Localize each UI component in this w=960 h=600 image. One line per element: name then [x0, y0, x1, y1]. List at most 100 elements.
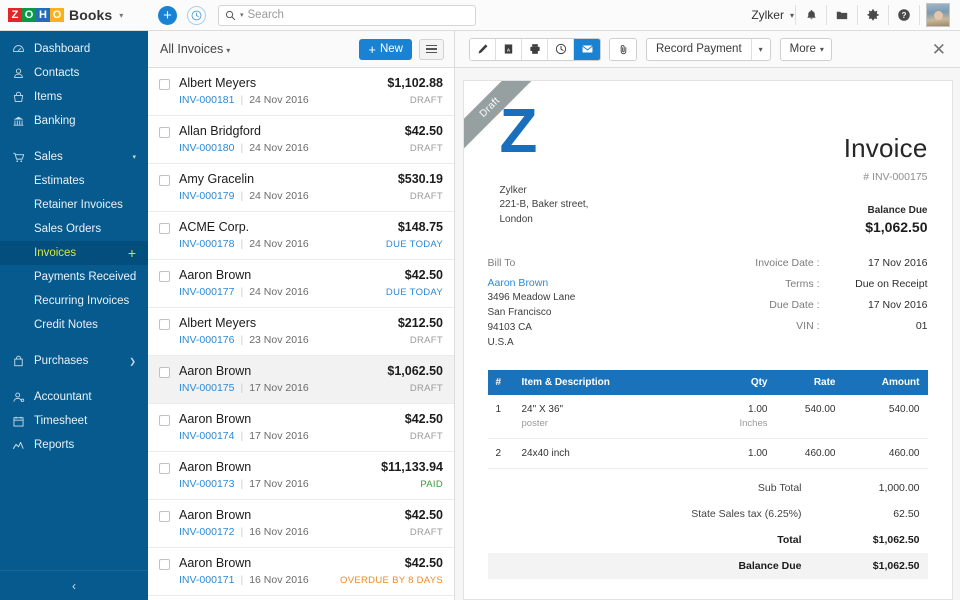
sidebar-item-payments-received[interactable]: Payments Received [0, 265, 148, 289]
invoice-number-link[interactable]: INV-000172 [179, 526, 234, 538]
attachment-button[interactable] [610, 39, 636, 60]
col-rate: Rate [776, 370, 844, 395]
invoice-number-link[interactable]: INV-000176 [179, 334, 234, 346]
chevron-down-icon[interactable]: ▾ [119, 11, 123, 20]
org-chevron-down-icon[interactable]: ▾ [790, 11, 794, 20]
edit-button[interactable] [470, 39, 496, 60]
invoice-list-item[interactable]: Aaron Brown$11,133.94INV-000173|17 Nov 2… [148, 452, 454, 500]
invoice-meta-row: Terms :Due on Receipt [708, 278, 928, 290]
search-input[interactable] [248, 9, 469, 21]
invoice-list-item[interactable]: ACME Corp.$148.75INV-000178|24 Nov 2016D… [148, 212, 454, 260]
add-invoice-plus-icon[interactable]: + [128, 245, 136, 261]
search-box[interactable]: ▾ [218, 5, 476, 26]
invoice-list-item[interactable]: Amy Gracelin$530.19INV-000179|24 Nov 201… [148, 164, 454, 212]
settings-gear-icon[interactable] [859, 0, 887, 31]
invoice-list-scroll[interactable]: Albert Meyers$1,102.88INV-000181|24 Nov … [148, 68, 454, 600]
invoice-number-link[interactable]: INV-000180 [179, 142, 234, 154]
invoice-filter-dropdown[interactable]: All Invoices▾ [160, 42, 230, 56]
purchases-chevron-right-icon[interactable]: ❯ [129, 357, 136, 366]
invoice-number-link[interactable]: INV-000173 [179, 478, 234, 490]
new-invoice-button[interactable]: + New [359, 39, 412, 60]
help-icon[interactable]: ? [890, 0, 918, 31]
invoice-row-content: Aaron Brown$42.50INV-000171|16 Nov 2016O… [179, 556, 443, 595]
invoice-row-secondary: INV-000173|17 Nov 2016PAID [179, 478, 443, 490]
envelope-icon [581, 43, 594, 55]
list-options-menu-button[interactable] [419, 39, 444, 60]
sidebar-item-invoices[interactable]: Invoices + [0, 241, 148, 265]
sidebar-item-reports[interactable]: Reports [0, 433, 148, 457]
sidebar-item-recurring-invoices[interactable]: Recurring Invoices [0, 289, 148, 313]
quick-add-button[interactable]: + [158, 6, 177, 25]
sidebar-item-sales[interactable]: Sales ▾ [0, 145, 148, 169]
print-button[interactable] [522, 39, 548, 60]
invoice-number-link[interactable]: INV-000171 [179, 574, 234, 586]
sidebar-item-credit-notes[interactable]: Credit Notes [0, 313, 148, 337]
invoice-list-item[interactable]: Aaron Brown$42.50INV-000177|24 Nov 2016D… [148, 260, 454, 308]
customer-name-link[interactable]: Aaron Brown [488, 277, 708, 289]
notifications-bell-icon[interactable] [797, 0, 825, 31]
invoice-list-item[interactable]: Albert Meyers$212.50INV-000176|23 Nov 20… [148, 308, 454, 356]
invoice-row-checkbox[interactable] [159, 511, 170, 522]
sidebar-item-dashboard[interactable]: Dashboard [0, 37, 148, 61]
sidebar-item-items[interactable]: Items [0, 85, 148, 109]
invoice-total-value: $1,062.50 [802, 534, 920, 546]
invoice-amount: $1,102.88 [387, 76, 443, 90]
invoice-list-item[interactable]: Albert Meyers$1,102.88INV-000181|24 Nov … [148, 68, 454, 116]
invoice-header-left: Z Zylker 221-B, Baker street, London [488, 103, 717, 235]
organization-name[interactable]: Zylker [751, 8, 790, 22]
invoice-row-checkbox[interactable] [159, 127, 170, 138]
more-chevron-down-icon[interactable]: ▾ [820, 45, 831, 54]
invoice-list-item[interactable]: Aaron Brown$42.50INV-000174|17 Nov 2016D… [148, 404, 454, 452]
invoice-number-link[interactable]: INV-000174 [179, 430, 234, 442]
invoice-number-link[interactable]: INV-000175 [179, 382, 234, 394]
invoice-row-checkbox[interactable] [159, 463, 170, 474]
sidebar-item-purchases[interactable]: Purchases ❯ [0, 349, 148, 373]
line-item-rate: 460.00 [776, 439, 844, 469]
customer-address-line: San Francisco [488, 305, 708, 320]
record-payment-chevron-down-icon[interactable]: ▾ [752, 45, 770, 54]
invoice-title: Invoice [716, 133, 927, 164]
sidebar-item-banking[interactable]: Banking [0, 109, 148, 133]
email-button[interactable] [574, 39, 600, 60]
sidebar-item-timesheet[interactable]: Timesheet [0, 409, 148, 433]
record-payment-button[interactable]: Record Payment ▾ [646, 38, 771, 61]
more-button[interactable]: More ▾ [780, 38, 832, 61]
sidebar-item-accountant[interactable]: Accountant [0, 385, 148, 409]
invoice-row-checkbox[interactable] [159, 175, 170, 186]
sidebar-collapse-button[interactable]: ‹ [0, 570, 148, 600]
pdf-button[interactable]: A [496, 39, 522, 60]
history-button[interactable] [548, 39, 574, 60]
record-payment-label: Record Payment [647, 43, 751, 55]
brand-logo[interactable]: Z O H O Books ▾ [8, 7, 148, 23]
invoice-row-checkbox[interactable] [159, 319, 170, 330]
invoice-number-link[interactable]: INV-000177 [179, 286, 234, 298]
divider [888, 5, 889, 25]
invoice-list-item[interactable]: Allan Bridgford$42.50INV-000180|24 Nov 2… [148, 116, 454, 164]
sales-chevron-down-icon[interactable]: ▾ [132, 153, 136, 161]
user-avatar[interactable] [926, 3, 950, 27]
invoice-number-link[interactable]: INV-000178 [179, 238, 234, 250]
documents-folder-icon[interactable] [828, 0, 856, 31]
invoice-row-checkbox[interactable] [159, 79, 170, 90]
sidebar-item-sales-orders[interactable]: Sales Orders [0, 217, 148, 241]
invoice-row-checkbox[interactable] [159, 223, 170, 234]
recent-activity-icon[interactable] [187, 6, 206, 25]
invoice-number-link[interactable]: INV-000179 [179, 190, 234, 202]
invoice-list-item[interactable]: Aaron Brown$1,062.50INV-000175|17 Nov 20… [148, 356, 454, 404]
invoice-list-item[interactable]: Aaron Brown$42.50INV-000171|16 Nov 2016O… [148, 548, 454, 596]
sidebar-item-retainer-invoices[interactable]: Retainer Invoices [0, 193, 148, 217]
sidebar-item-label: Timesheet [34, 415, 87, 427]
close-detail-button[interactable]: ✕ [928, 41, 950, 58]
balance-due-label: Balance Due [716, 205, 927, 216]
search-scope-chevron-icon[interactable]: ▾ [240, 11, 244, 19]
sidebar-item-label: Recurring Invoices [34, 295, 129, 307]
invoice-list-item[interactable]: Aaron Brown$42.50INV-000172|16 Nov 2016D… [148, 500, 454, 548]
invoice-row-checkbox[interactable] [159, 367, 170, 378]
invoice-row-checkbox[interactable] [159, 559, 170, 570]
sidebar-item-estimates[interactable]: Estimates [0, 169, 148, 193]
invoice-row-checkbox[interactable] [159, 415, 170, 426]
sidebar-item-label: Payments Received [34, 271, 136, 283]
sidebar-item-contacts[interactable]: Contacts [0, 61, 148, 85]
invoice-number-link[interactable]: INV-000181 [179, 94, 234, 106]
invoice-row-checkbox[interactable] [159, 271, 170, 282]
